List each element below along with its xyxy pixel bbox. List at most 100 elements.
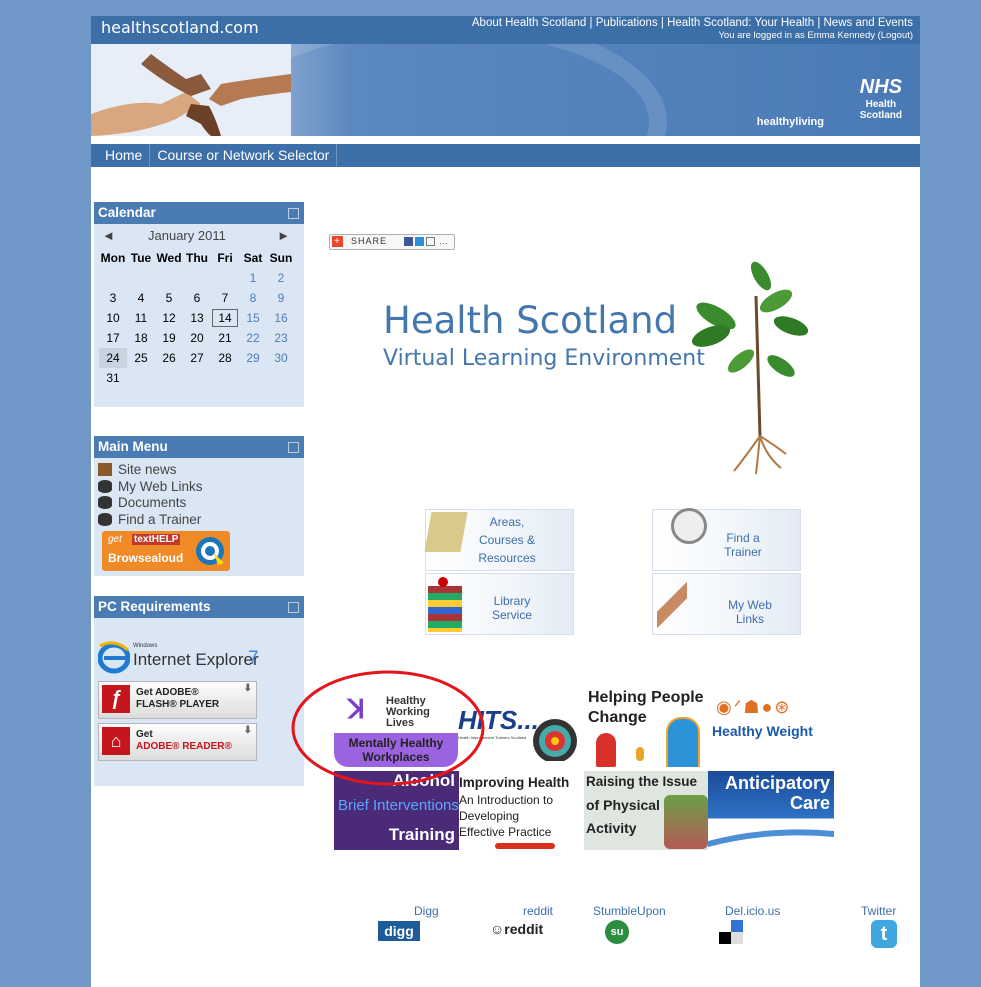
calendar-week: 24 25 26 27 28 29 30 [99, 348, 295, 368]
twitter-icon[interactable]: t [871, 920, 897, 948]
weekday: Thu [186, 251, 208, 265]
delicious-icon[interactable] [719, 920, 743, 944]
calendar-day[interactable]: 31 [99, 368, 127, 388]
calendar-day[interactable]: 3 [99, 288, 127, 308]
get-flash-player-button[interactable]: ƒ Get ADOBE® FLASH® PLAYER ⬇ [98, 681, 257, 719]
calendar-day[interactable]: 23 [267, 328, 295, 348]
tile-line: Trainer [724, 545, 762, 559]
social-stumbleupon[interactable]: StumbleUpon [593, 904, 666, 918]
site-name[interactable]: healthscotland.com [101, 18, 259, 37]
collapse-icon[interactable] [288, 208, 299, 219]
top-links: About Health Scotland | Publications | H… [472, 17, 913, 41]
top-nav-links[interactable]: About Health Scotland | Publications | H… [472, 17, 913, 30]
magnifier-icon [671, 508, 707, 544]
raising-line2: of Physical [586, 797, 660, 813]
calendar-day[interactable]: 10 [99, 308, 127, 328]
adobe-reader-icon: ⌂ [102, 727, 130, 755]
course-healthy-weight[interactable]: ◉ᐟ☗●⊛ Healthy Weight [706, 689, 830, 767]
ie-icon [98, 641, 130, 674]
calendar-day[interactable]: 29 [239, 348, 267, 368]
nhs-sub1: Health [865, 99, 897, 110]
calendar-grid: Mon Tue Wed Thu Fri Sat Sun 1 2 3 4 5 6 … [99, 248, 295, 388]
tile-areas-courses-resources[interactable]: Areas, Courses & Resources [424, 509, 574, 571]
menu-item-find-trainer[interactable]: Find a Trainer [98, 512, 304, 529]
nav-home[interactable]: Home [91, 144, 151, 167]
share-button[interactable]: + SHARE … [329, 234, 455, 250]
tile-library-service[interactable]: Library Service [425, 573, 574, 635]
notebook-icon [424, 512, 468, 552]
calendar-day-today[interactable]: 14 [211, 308, 239, 328]
course-helping-people-change[interactable]: Helping People Change [582, 689, 706, 767]
calendar-day [99, 268, 127, 288]
calendar-day[interactable]: 7 [211, 288, 239, 308]
database-icon [98, 512, 112, 526]
calendar-day[interactable]: 5 [155, 288, 183, 308]
calendar-day[interactable]: 18 [127, 328, 155, 348]
calendar-day[interactable]: 2 [267, 268, 295, 288]
social-digg[interactable]: Digg [414, 904, 439, 918]
social-label: Digg [414, 904, 439, 918]
calendar-day[interactable]: 13 [183, 308, 211, 328]
calendar-day[interactable]: 22 [239, 328, 267, 348]
main-menu-header: Main Menu [94, 436, 304, 458]
download-arrow-icon: ⬇ [243, 683, 252, 694]
calendar-day[interactable]: 1 [239, 268, 267, 288]
calendar-day[interactable]: 6 [183, 288, 211, 308]
calendar-day-selected[interactable]: 24 [99, 348, 127, 368]
digg-logo[interactable]: digg [378, 921, 420, 941]
next-month-icon[interactable]: ► [277, 228, 290, 243]
reddit-logo[interactable]: ☺reddit [490, 921, 543, 941]
alcohol-line2: Brief Interventions [338, 797, 459, 814]
menu-item-site-news[interactable]: Site news [98, 462, 304, 479]
person-blue-icon [666, 717, 700, 767]
calendar-day[interactable]: 11 [127, 308, 155, 328]
calendar-day[interactable]: 16 [267, 308, 295, 328]
get-adobe-reader-button[interactable]: ⌂ Get ADOBE® READER® ⬇ [98, 723, 257, 761]
calendar-day[interactable]: 30 [267, 348, 295, 368]
calendar-day[interactable]: 28 [211, 348, 239, 368]
calendar-month: January 2011 [148, 228, 226, 243]
social-reddit[interactable]: reddit [523, 904, 553, 918]
hero-subtitle: Virtual Learning Environment [383, 346, 705, 371]
healthyliving-logo: healthyliving [756, 116, 824, 128]
calendar-day[interactable]: 20 [183, 328, 211, 348]
calendar-day[interactable]: 25 [127, 348, 155, 368]
collapse-icon[interactable] [288, 602, 299, 613]
social-twitter[interactable]: Twitter [861, 904, 896, 918]
calendar-day [155, 368, 183, 388]
calendar-day [183, 268, 211, 288]
login-status[interactable]: You are logged in as Emma Kennedy (Logou… [472, 30, 913, 41]
reader-line1: Get [136, 729, 153, 740]
menu-item-web-links[interactable]: My Web Links [98, 479, 304, 496]
hands-image [91, 44, 291, 136]
collapse-icon[interactable] [288, 442, 299, 453]
calendar-day[interactable]: 15 [239, 308, 267, 328]
ie-logo[interactable]: Windows Internet Explorer 7 [98, 640, 298, 674]
nav-course-selector[interactable]: Course or Network Selector [150, 144, 338, 167]
calendar-day[interactable]: 9 [267, 288, 295, 308]
course-anticipatory-care[interactable]: Anticipatory Care [708, 771, 834, 850]
delicious-square-black [719, 932, 731, 944]
delicious-square-grey [731, 932, 743, 944]
social-delicious[interactable]: Del.icio.us [725, 904, 780, 918]
calendar-day[interactable]: 4 [127, 288, 155, 308]
calendar-day[interactable]: 19 [155, 328, 183, 348]
social-label: Twitter [861, 904, 897, 918]
prev-month-icon[interactable]: ◄ [102, 228, 115, 243]
calendar-week: 17 18 19 20 21 22 23 [99, 328, 295, 348]
calendar-day[interactable]: 26 [155, 348, 183, 368]
calendar-week: 1 2 [99, 268, 295, 288]
stumbleupon-logo[interactable]: su [605, 920, 629, 944]
calendar-day[interactable]: 27 [183, 348, 211, 368]
calendar-day[interactable]: 21 [211, 328, 239, 348]
calendar-day[interactable]: 8 [239, 288, 267, 308]
tile-my-web-links[interactable]: My Web Links [652, 573, 801, 635]
course-raising-physical-activity[interactable]: Raising the Issue of Physical Activity [584, 771, 709, 850]
calendar-day[interactable]: 12 [155, 308, 183, 328]
menu-item-documents[interactable]: Documents [98, 495, 304, 512]
tile-find-trainer[interactable]: Find a Trainer [652, 508, 801, 571]
browsealoud-button[interactable]: get textHELP Browsealoud [102, 531, 230, 571]
calendar-day [239, 368, 267, 388]
red-bar-decoration [495, 843, 555, 849]
calendar-day[interactable]: 17 [99, 328, 127, 348]
